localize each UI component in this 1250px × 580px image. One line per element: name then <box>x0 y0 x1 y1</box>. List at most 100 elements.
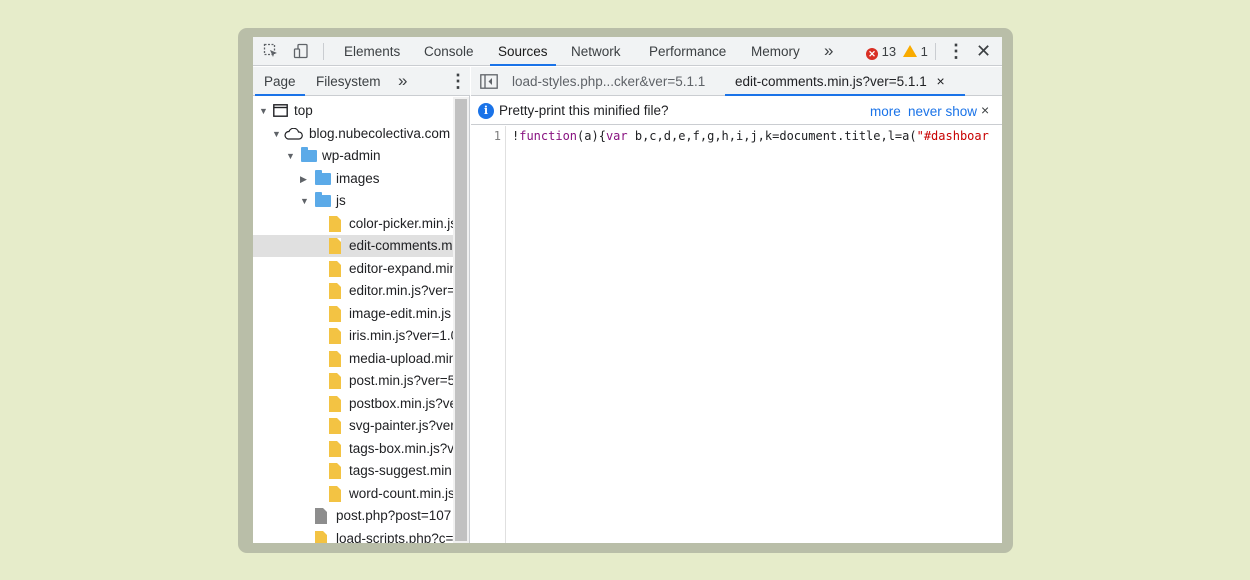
tree-node-js[interactable]: ▼ js <box>253 190 453 212</box>
tab-console[interactable]: Console <box>424 37 474 66</box>
warning-counter[interactable]: 1 <box>903 37 928 66</box>
tree-node-top[interactable]: ▼ top <box>253 100 453 122</box>
tree-file[interactable]: svg-painter.js?ver <box>253 415 453 437</box>
line-gutter: 1 <box>471 126 506 543</box>
document-file-icon <box>315 508 327 524</box>
script-file-icon <box>329 216 341 232</box>
close-devtools-icon[interactable]: ✕ <box>976 37 991 66</box>
file-tree: ▼ top ▼ blog.nubecolectiva.com ▼ wp-admi… <box>253 97 453 543</box>
tree-file[interactable]: word-count.min.js <box>253 483 453 505</box>
tab-page[interactable]: Page <box>255 67 304 96</box>
device-toolbar-icon[interactable] <box>293 43 309 59</box>
tab-network[interactable]: Network <box>571 37 621 66</box>
tab-performance[interactable]: Performance <box>649 37 726 66</box>
more-navigator-tabs-chevron-icon[interactable]: » <box>398 67 407 96</box>
expanded-arrow-icon[interactable]: ▼ <box>272 123 281 145</box>
navigator-tabs: Page Filesystem » ⋮ <box>253 67 470 96</box>
code-keyword: function <box>519 129 578 143</box>
tree-label: iris.min.js?ver=1.0 <box>349 328 453 343</box>
tree-file[interactable]: editor.min.js?ver= <box>253 280 453 302</box>
never-show-link[interactable]: never show <box>908 97 977 127</box>
file-tab[interactable]: load-styles.php...cker&ver=5.1.1 <box>512 67 705 96</box>
tree-label: word-count.min.js <box>349 486 453 501</box>
tab-elements[interactable]: Elements <box>344 37 400 66</box>
tree-label: post.min.js?ver=5 <box>349 373 453 388</box>
cloud-icon <box>284 128 303 140</box>
code-editor[interactable]: 1 !function(a){var b,c,d,e,f,g,h,i,j,k=d… <box>471 126 1002 543</box>
script-file-icon <box>329 238 341 254</box>
info-icon: i <box>478 103 494 119</box>
tree-label: wp-admin <box>322 148 381 163</box>
tree-node-images[interactable]: ▶ images <box>253 168 453 190</box>
tree-scrollbar[interactable] <box>453 97 469 543</box>
script-file-icon <box>329 306 341 322</box>
tree-label: images <box>336 171 380 186</box>
expanded-arrow-icon[interactable]: ▼ <box>286 145 295 167</box>
tree-file[interactable]: media-upload.min <box>253 348 453 370</box>
tree-file[interactable]: iris.min.js?ver=1.0 <box>253 325 453 347</box>
expanded-arrow-icon[interactable]: ▼ <box>300 190 309 212</box>
script-file-icon <box>329 396 341 412</box>
tree-file[interactable]: postbox.min.js?ver <box>253 393 453 415</box>
script-file-icon <box>329 463 341 479</box>
tab-sources[interactable]: Sources <box>490 37 555 66</box>
file-tab-label: edit-comments.min.js?ver=5.1.1 <box>735 74 927 89</box>
toolbar-divider <box>323 43 324 60</box>
tree-file-selected[interactable]: edit-comments.min.js <box>253 235 453 257</box>
toolbar-divider <box>935 43 936 60</box>
script-file-icon <box>329 441 341 457</box>
script-file-icon <box>329 328 341 344</box>
tree-file[interactable]: post.min.js?ver=5 <box>253 370 453 392</box>
more-tabs-chevron-icon[interactable]: » <box>824 37 833 66</box>
script-file-icon <box>329 418 341 434</box>
file-tabs: load-styles.php...cker&ver=5.1.1 edit-co… <box>471 67 1002 96</box>
tree-label: image-edit.min.js <box>349 306 452 321</box>
tree-label: media-upload.min <box>349 351 453 366</box>
error-counter[interactable]: ✕ 13 <box>866 37 896 66</box>
file-tab-active[interactable]: edit-comments.min.js?ver=5.1.1 × <box>725 67 965 96</box>
navigator-panel: Page Filesystem » ⋮ ▼ top ▼ blog.nubecol… <box>253 67 470 543</box>
navigator-menu-icon[interactable]: ⋮ <box>449 67 467 96</box>
close-infobar-icon[interactable]: × <box>981 97 989 124</box>
pretty-print-infobar: i Pretty-print this minified file? more … <box>471 97 1002 125</box>
main-toolbar: Elements Console Sources Network Perform… <box>253 37 1002 66</box>
tree-file[interactable]: load-scripts.php?c= <box>253 528 453 543</box>
customize-menu-icon[interactable]: ⋮ <box>947 37 965 66</box>
warning-icon <box>903 45 917 57</box>
inspect-element-icon[interactable] <box>263 43 279 59</box>
collapsed-arrow-icon[interactable]: ▶ <box>300 168 307 190</box>
tree-label: post.php?post=107 <box>336 508 452 523</box>
toggle-navigator-icon[interactable] <box>480 74 498 89</box>
tree-file[interactable]: post.php?post=107 <box>253 505 453 527</box>
tree-file[interactable]: editor-expand.min.js <box>253 258 453 280</box>
script-file-icon <box>329 261 341 277</box>
tree-file[interactable]: tags-box.min.js?v <box>253 438 453 460</box>
tree-label: edit-comments.min.js <box>349 238 453 253</box>
folder-icon <box>315 192 331 207</box>
script-file-icon <box>329 486 341 502</box>
script-file-icon <box>329 351 341 367</box>
frame-icon <box>273 104 288 117</box>
code-token: b,c,d,e,f,g,h,i,j,k=document.title,l=a( <box>627 129 917 143</box>
script-file-icon <box>329 373 341 389</box>
more-link[interactable]: more <box>870 97 901 127</box>
infobar-message: Pretty-print this minified file? <box>499 103 669 118</box>
code-keyword: var <box>605 129 628 143</box>
tree-file[interactable]: tags-suggest.min <box>253 460 453 482</box>
tree-file[interactable]: image-edit.min.js <box>253 303 453 325</box>
tree-node-domain[interactable]: ▼ blog.nubecolectiva.com <box>253 123 453 145</box>
code-token: (a){ <box>577 129 606 143</box>
tree-node-wp-admin[interactable]: ▼ wp-admin <box>253 145 453 167</box>
tree-file[interactable]: color-picker.min.js <box>253 213 453 235</box>
tree-label: tags-suggest.min <box>349 463 452 478</box>
code-line[interactable]: !function(a){var b,c,d,e,f,g,h,i,j,k=doc… <box>512 129 989 143</box>
tree-label: postbox.min.js?ver <box>349 396 453 411</box>
close-tab-icon[interactable]: × <box>936 73 944 89</box>
tab-filesystem[interactable]: Filesystem <box>316 67 381 96</box>
scrollbar-thumb[interactable] <box>455 99 467 541</box>
devtools-window: Elements Console Sources Network Perform… <box>253 37 1002 543</box>
tree-label: blog.nubecolectiva.com <box>309 126 451 141</box>
tab-memory[interactable]: Memory <box>751 37 800 66</box>
tree-label: svg-painter.js?ver <box>349 418 453 433</box>
expanded-arrow-icon[interactable]: ▼ <box>259 100 268 122</box>
